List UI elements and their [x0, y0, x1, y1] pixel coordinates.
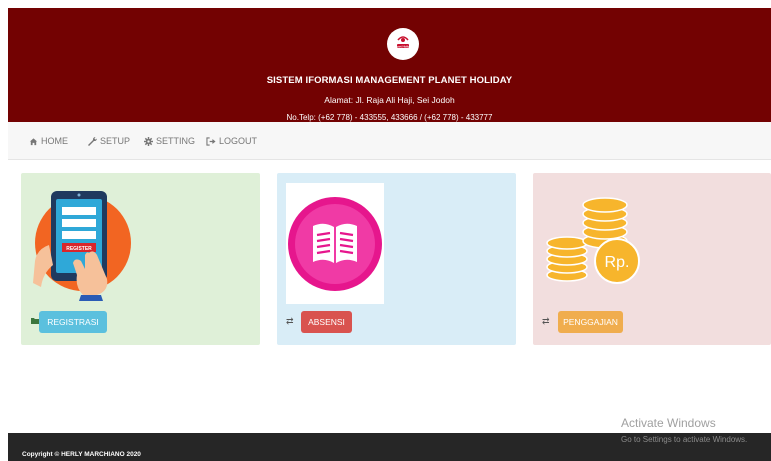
registrasi-card: REGISTER REGISTRASI: [21, 173, 260, 345]
nav-item-home-label: HOME: [41, 136, 68, 146]
logout-icon: [206, 136, 216, 146]
logo-emblem-icon: Planet Holiday: [393, 33, 414, 53]
penggajian-button[interactable]: PENGGAJIAN: [558, 311, 623, 333]
svg-text:Planet Holiday: Planet Holiday: [393, 44, 414, 48]
nav-item-logout[interactable]: LOGOUT: [206, 136, 257, 146]
company-logo: Planet Holiday: [387, 28, 419, 60]
register-tablet-illustration: REGISTER: [33, 191, 131, 301]
nav-item-setup-label: SETUP: [100, 136, 131, 146]
navbar: HOME SETUP SETTING LOGOUT: [8, 122, 771, 160]
home-icon: [29, 137, 38, 145]
folder-icon: [31, 316, 39, 326]
nav-item-setting[interactable]: SETTING: [144, 136, 195, 146]
svg-text:REGISTER: REGISTER: [66, 246, 92, 252]
phone-text: No.Telp: (+62 778) - 433555, 433666 / (+…: [286, 113, 493, 122]
copyright-text: Copyright © HERLY MARCHIANO 2020: [22, 451, 141, 458]
transfer-icon: ⇄: [542, 316, 550, 326]
wrench-icon: [88, 136, 97, 146]
absensi-button[interactable]: ABSENSI: [301, 311, 352, 333]
gear-icon: [144, 136, 153, 146]
header-banner: Planet Holiday SISTEM IFORMASI MANAGEMEN…: [8, 8, 771, 122]
transfer-icon: ⇄: [286, 316, 294, 326]
open-book-illustration: [286, 183, 384, 304]
coins-illustration: Rp.: [546, 197, 640, 284]
address-text: Alamat: Jl. Raja Ali Haji, Sei Jodoh: [324, 95, 455, 105]
nav-item-setup[interactable]: SETUP: [87, 136, 130, 146]
activate-windows-hint: Go to Settings to activate Windows.: [621, 435, 748, 444]
penggajian-card: Rp. ⇄ PENGGAJIAN: [533, 173, 771, 345]
page-title: SISTEM IFORMASI MANAGEMENT PLANET HOLIDA…: [266, 75, 513, 86]
svg-text:Rp.: Rp.: [605, 254, 630, 271]
nav-item-setting-label: SETTING: [156, 136, 196, 146]
activate-windows-title: Activate Windows: [621, 416, 716, 430]
nav-item-home[interactable]: HOME: [29, 136, 68, 146]
absensi-card: ⇄ ABSENSI: [277, 173, 516, 345]
registrasi-button[interactable]: REGISTRASI: [39, 311, 107, 333]
nav-item-logout-label: LOGOUT: [219, 136, 258, 146]
